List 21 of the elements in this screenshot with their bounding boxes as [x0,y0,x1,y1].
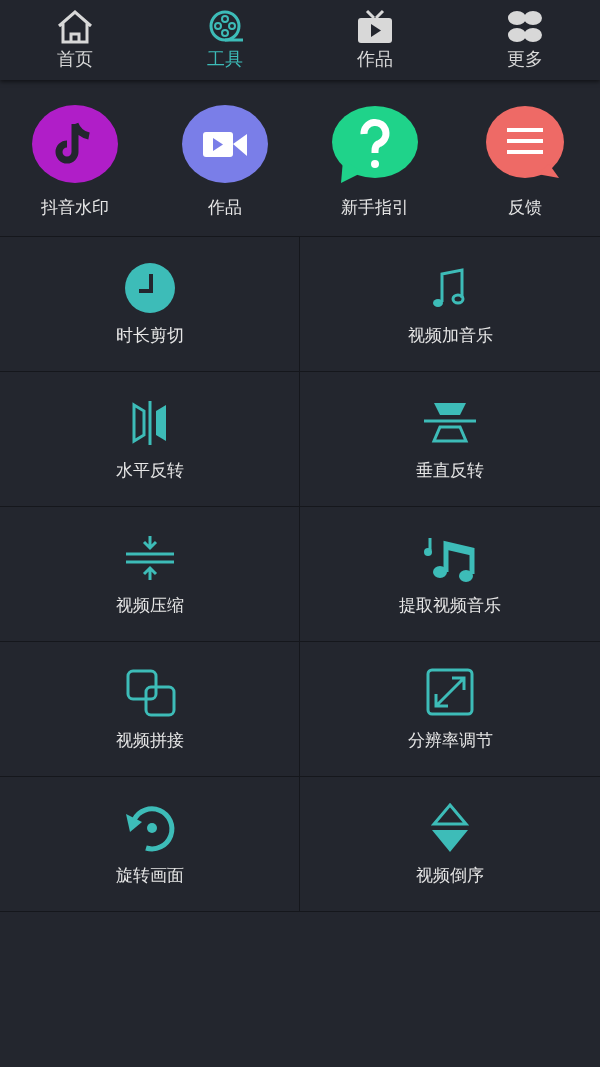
tool-tile[interactable]: 提取视频音乐 [300,507,600,642]
clover-icon [505,9,545,45]
shortcut-label[interactable]: 作品 [208,195,242,219]
tool-tile[interactable]: 水平反转 [0,372,300,507]
nav-tab[interactable]: 工具 [150,0,300,80]
tool-tile[interactable]: 垂直反转 [300,372,600,507]
nav-tab[interactable]: 作品 [300,0,450,80]
shortcut-label[interactable]: 反馈 [508,195,542,219]
shortcut-label[interactable]: 新手指引 [341,195,409,219]
tool-tile[interactable]: 旋转画面 [0,777,300,912]
tool-tile[interactable]: 时长剪切 [0,237,300,372]
tool-tile[interactable]: 视频加音乐 [300,237,600,372]
nav-tab[interactable]: 首页 [0,0,150,80]
nav-tab[interactable]: 更多 [450,0,600,80]
tv-icon [355,9,395,45]
home-icon [55,9,95,45]
tool-tile[interactable]: 视频拼接 [0,642,300,777]
shortcut-label[interactable]: 抖音水印 [41,195,109,219]
tool-tile[interactable]: 视频倒序 [300,777,600,912]
tool-tile[interactable]: 分辨率调节 [300,642,600,777]
tool-tile[interactable]: 视频压缩 [0,507,300,642]
